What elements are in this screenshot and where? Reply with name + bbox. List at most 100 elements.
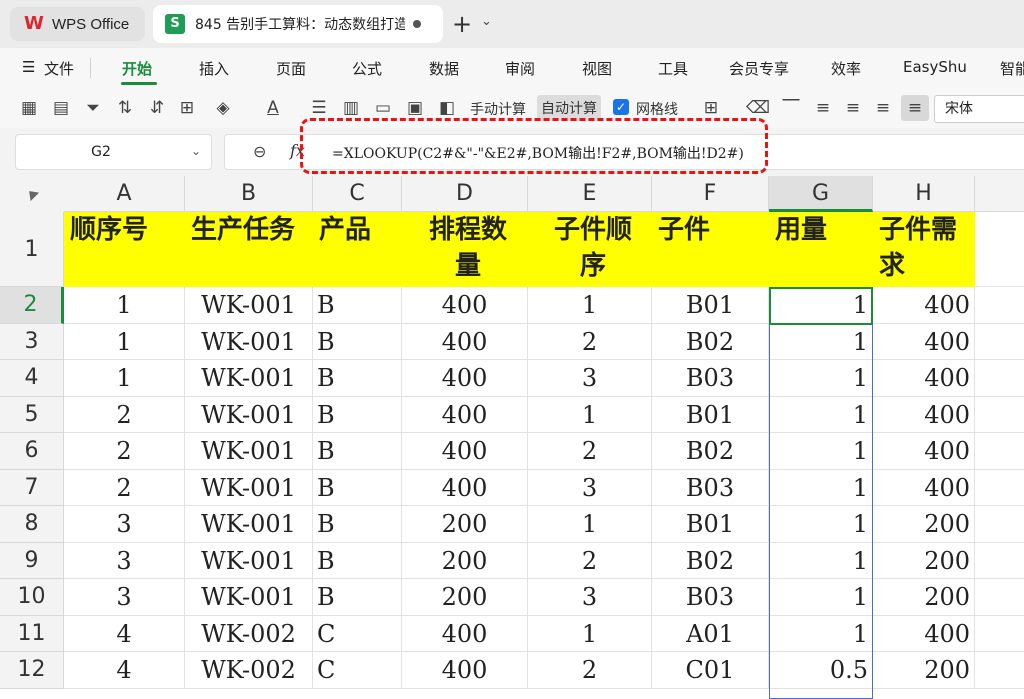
empty-cell[interactable] [975, 360, 1024, 397]
cell-qty[interactable]: 400 [402, 433, 528, 470]
spreadsheet-grid[interactable]: A B C D E F G H 1 2 3 4 5 6 7 8 9 10 11 12 顺序号 生产任务 产品 排程数量子件顺序… [0, 176, 1024, 699]
menu-insert[interactable]: 插入 [199, 58, 229, 79]
cell-child-order[interactable]: 3 [528, 579, 652, 616]
row-header-5[interactable]: 5 [0, 396, 64, 433]
gridlines-checkbox[interactable]: ✓ [613, 99, 629, 115]
cell-child-demand[interactable]: 400 [873, 323, 975, 360]
row-header-2[interactable]: 2 [0, 287, 64, 324]
cell-product[interactable]: B [313, 469, 402, 506]
cell-child-demand[interactable]: 200 [873, 506, 975, 543]
cell-order[interactable]: 3 [64, 542, 185, 579]
cell-task[interactable]: WK-001 [185, 579, 313, 616]
cell-order[interactable]: 1 [64, 360, 185, 397]
cell-qty[interactable]: 200 [402, 506, 528, 543]
cell-order[interactable]: 4 [64, 615, 185, 652]
empty-cell[interactable] [975, 470, 1024, 506]
empty-cell[interactable] [975, 579, 1024, 616]
cell-task[interactable]: WK-001 [185, 396, 313, 433]
column-header-f[interactable]: F [652, 176, 769, 212]
row-header-6[interactable]: 6 [0, 433, 64, 470]
empty-cell[interactable] [975, 212, 1024, 287]
empty-cell[interactable] [975, 287, 1024, 324]
row-header-7[interactable]: 7 [0, 469, 64, 506]
column-header-b[interactable]: B [185, 176, 313, 212]
column-header-e[interactable]: E [528, 176, 652, 212]
menu-home[interactable]: 开始 [122, 58, 152, 79]
cell-child-order[interactable]: 1 [528, 287, 652, 324]
cell-child[interactable]: B03 [652, 360, 769, 397]
cell-child-order[interactable]: 2 [528, 652, 652, 689]
empty-cell[interactable] [975, 616, 1024, 652]
table-style-icon[interactable]: ▣ [404, 98, 426, 118]
cell-child-demand[interactable]: 400 [873, 360, 975, 397]
align-center-icon[interactable]: ≡ [842, 98, 864, 118]
column-header-a[interactable]: A [64, 176, 185, 212]
document-tab[interactable]: S 845 告别手工算料：动态数组打造 [153, 5, 443, 43]
cell-order[interactable]: 3 [64, 579, 185, 616]
hamburger-menu-icon[interactable]: ☰ [22, 58, 35, 76]
cell-child[interactable]: B02 [652, 542, 769, 579]
cell-product[interactable]: B [313, 542, 402, 579]
cell-task[interactable]: WK-001 [185, 360, 313, 397]
cell-child-order[interactable]: 3 [528, 469, 652, 506]
cell-order[interactable]: 1 [64, 323, 185, 360]
cell-child[interactable]: B03 [652, 469, 769, 506]
grid-layout-icon[interactable]: ⊞ [700, 98, 722, 118]
row-header-4[interactable]: 4 [0, 360, 64, 397]
cell-child[interactable]: B01 [652, 506, 769, 543]
cell-child-demand[interactable]: 400 [873, 433, 975, 470]
fill-color-icon[interactable]: ◈ [212, 98, 234, 118]
cell-product[interactable]: B [313, 287, 402, 324]
cell-child[interactable]: B02 [652, 323, 769, 360]
menu-ai[interactable]: 智能 [1000, 58, 1024, 79]
cell-task[interactable]: WK-001 [185, 433, 313, 470]
column-header-g[interactable]: G [769, 176, 873, 212]
paste-icon[interactable]: ▤ [50, 98, 72, 118]
cell-child-order[interactable]: 2 [528, 323, 652, 360]
cell-child-demand[interactable]: 400 [873, 287, 975, 324]
cell-product[interactable]: B [313, 323, 402, 360]
header-cell-qty[interactable]: 排程数量 [402, 212, 528, 287]
cell-order[interactable]: 1 [64, 287, 185, 324]
cell-task[interactable]: WK-002 [185, 615, 313, 652]
cell-child-demand[interactable]: 200 [873, 579, 975, 616]
cell-product[interactable]: B [313, 433, 402, 470]
cell-child[interactable]: B03 [652, 579, 769, 616]
sort-descending-icon[interactable]: ⇵ [146, 98, 168, 118]
cell-qty[interactable]: 200 [402, 542, 528, 579]
cell-child[interactable]: B01 [652, 287, 769, 324]
empty-cell[interactable] [975, 506, 1024, 543]
cell-qty[interactable]: 400 [402, 396, 528, 433]
column-header-c[interactable]: C [313, 176, 402, 212]
select-all-corner[interactable] [0, 176, 65, 213]
column-header-d[interactable]: D [402, 176, 528, 212]
cell-qty[interactable]: 200 [402, 579, 528, 616]
zoom-icon[interactable]: ⊖ [253, 142, 266, 161]
cell-child-demand[interactable]: 400 [873, 396, 975, 433]
clear-format-icon[interactable]: ⌫ [746, 98, 770, 118]
empty-cell[interactable] [975, 652, 1024, 689]
empty-cell[interactable] [975, 397, 1024, 433]
row-header-12[interactable]: 12 [0, 652, 64, 689]
chevron-down-icon[interactable]: ⌄ [191, 144, 201, 158]
new-tab-plus-icon[interactable]: + [452, 10, 472, 38]
cell-qty[interactable]: 400 [402, 360, 528, 397]
menu-page[interactable]: 页面 [276, 58, 306, 79]
header-cell-child[interactable]: 子件 [652, 212, 769, 287]
cell-child[interactable]: C01 [652, 652, 769, 689]
cell-child-demand[interactable]: 400 [873, 615, 975, 652]
menu-view[interactable]: 视图 [582, 58, 612, 79]
cell-child-order[interactable]: 1 [528, 396, 652, 433]
cell-child-order[interactable]: 3 [528, 360, 652, 397]
cell-order[interactable]: 2 [64, 396, 185, 433]
align-right-icon[interactable]: ≡ [872, 98, 894, 118]
cell-product[interactable]: C [313, 615, 402, 652]
cell-order[interactable]: 2 [64, 469, 185, 506]
cell-task[interactable]: WK-001 [185, 469, 313, 506]
row-header-1[interactable]: 1 [0, 212, 64, 287]
cell-qty[interactable]: 400 [402, 287, 528, 324]
font-color-icon[interactable]: A [262, 98, 284, 118]
cell-child-demand[interactable]: 200 [873, 542, 975, 579]
cell-child-order[interactable]: 2 [528, 542, 652, 579]
menu-data[interactable]: 数据 [429, 58, 459, 79]
